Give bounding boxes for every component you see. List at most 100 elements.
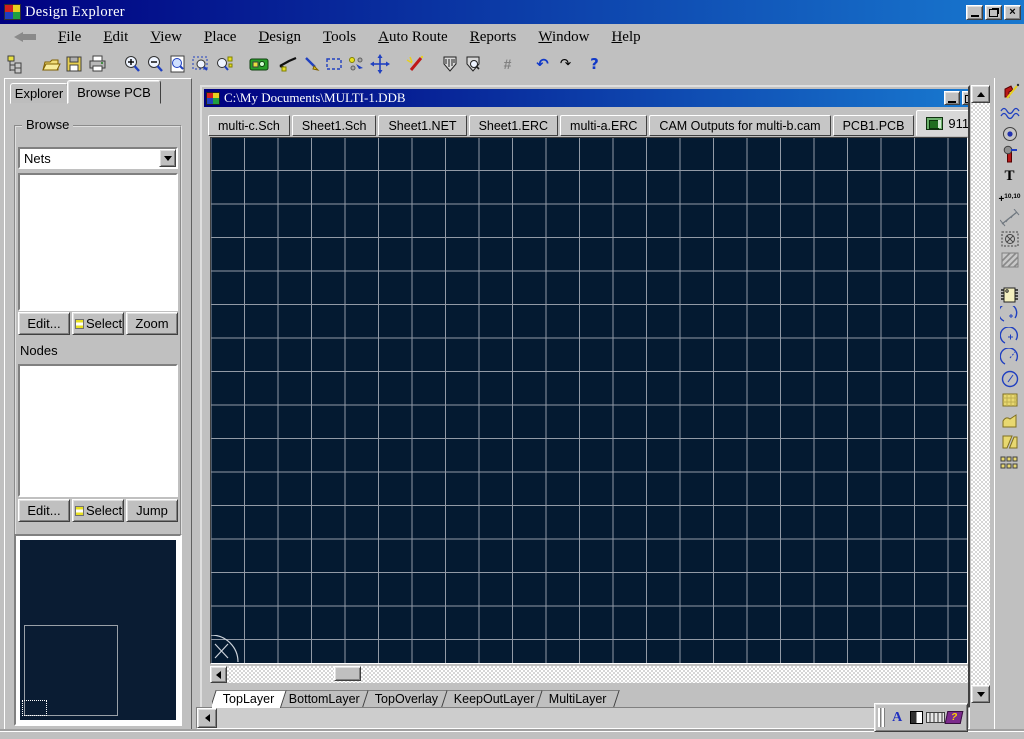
place-arc-center-icon[interactable] [997,327,1023,347]
interactive-routing-icon[interactable] [997,82,1023,102]
place-pad-icon[interactable] [997,124,1023,144]
menu-reports[interactable]: Reports [462,27,525,48]
undo-icon[interactable]: ↶ [531,53,554,76]
place-room-icon[interactable] [997,250,1023,270]
zoom-selection-icon[interactable] [212,53,235,76]
nodes-select-button[interactable]: Select [72,499,124,522]
browse-database-icon[interactable] [247,53,270,76]
help-book-icon[interactable]: ? [945,707,964,728]
doc-tab-911-pcb[interactable]: 911.PCB [916,110,970,136]
zoom-area-icon[interactable] [189,53,212,76]
zoom-in-icon[interactable] [120,53,143,76]
canvas-horizontal-scrollbar[interactable] [210,666,968,683]
save-icon[interactable] [62,53,85,76]
system-menu-arrow-icon[interactable] [14,31,40,43]
open-document-icon[interactable] [39,53,62,76]
place-array-icon[interactable] [997,453,1023,473]
menu-window[interactable]: Window [530,27,597,48]
place-arc-angle-icon[interactable] [997,348,1023,368]
menu-file[interactable]: File [50,27,89,48]
place-dimension-icon[interactable] [997,208,1023,228]
browse-panel: Explorer Browse PCB Browse Nets Edit... … [4,78,192,731]
print-icon[interactable] [85,53,108,76]
restore-button[interactable] [985,5,1002,20]
toggle-explorer-icon[interactable] [4,53,27,76]
doc-tab-pcb1-pcb[interactable]: PCB1.PCB [833,115,915,136]
browse-group-label: Browse [22,117,73,132]
scroll-up-button[interactable] [971,85,990,103]
move-item-icon[interactable] [368,53,391,76]
viewport-indicator[interactable] [22,700,47,716]
workspace-vertical-scrollbar[interactable] [971,85,990,703]
nodes-jump-button[interactable]: Jump [126,499,178,522]
board-preview[interactable] [14,534,182,726]
doc-minimize-button[interactable] [944,91,960,105]
select-area-icon[interactable] [322,53,345,76]
toolbar-grip[interactable] [878,708,885,727]
tab-browse-pcb[interactable]: Browse PCB [67,80,161,104]
wizard-icon[interactable] [403,53,426,76]
place-polygon-icon[interactable] [997,411,1023,431]
scroll-left-button[interactable] [210,666,227,683]
place-component-icon[interactable] [997,285,1023,305]
menu-place[interactable]: Place [196,27,244,48]
toggle-grid-icon[interactable]: # [496,53,519,76]
doc-tab-multi-c-sch[interactable]: multi-c.Sch [208,115,290,136]
doc-tab-sheet1-erc[interactable]: Sheet1.ERC [469,115,558,136]
combo-dropdown-button[interactable] [159,149,176,167]
doc-tab-sheet1-sch[interactable]: Sheet1.Sch [292,115,377,136]
polygon-tool-icon[interactable] [438,53,461,76]
zoom-out-icon[interactable] [143,53,166,76]
status-bar [0,731,1024,739]
nets-zoom-button[interactable]: Zoom [126,312,178,335]
place-arc-edge-icon[interactable] [997,306,1023,326]
tab-explorer[interactable]: Explorer [10,83,68,104]
menu-edit[interactable]: Edit [95,27,136,48]
browse-mode-select[interactable]: Nets [18,147,178,169]
close-button[interactable]: × [1004,5,1021,20]
doc-tab-multi-a-erc[interactable]: multi-a.ERC [560,115,647,136]
place-fill-icon[interactable] [997,390,1023,410]
cross-probe-icon[interactable] [276,53,299,76]
doc-restore-button[interactable] [962,91,968,105]
polygon-browse-icon[interactable] [461,53,484,76]
keyboard-icon[interactable] [926,707,945,728]
highlight-net-icon[interactable] [299,53,322,76]
redo-icon[interactable]: ↷ [554,53,577,76]
browse-mode-value: Nets [20,149,159,167]
scroll-left-button[interactable] [197,708,217,728]
nets-select-button[interactable]: Select [72,312,124,335]
place-track-icon[interactable] [997,103,1023,123]
set-origin-icon[interactable] [997,229,1023,249]
nets-edit-button[interactable]: Edit... [18,312,70,335]
zoom-all-icon[interactable] [166,53,189,76]
move-selection-icon[interactable] [345,53,368,76]
place-coordinate-icon[interactable]: +10,10 [997,187,1023,207]
scrollbar-thumb[interactable] [334,666,361,681]
minimize-button[interactable] [966,5,983,20]
workspace-horizontal-scrollbar[interactable] [196,707,970,729]
layer-tab-toplayer[interactable]: TopLayer [212,690,287,710]
layer-colors-icon[interactable] [907,707,926,728]
document-title-bar[interactable]: C:\My Documents\MULTI-1.DDB [204,89,968,107]
menu-view[interactable]: View [142,27,190,48]
document-title: C:\My Documents\MULTI-1.DDB [224,90,406,106]
nets-list[interactable] [18,173,178,311]
place-via-icon[interactable] [997,145,1023,165]
doc-tab-cam-outputs[interactable]: CAM Outputs for multi-b.cam [649,115,830,136]
scroll-down-button[interactable] [971,685,990,703]
pcb-canvas[interactable] [210,137,968,664]
doc-tab-sheet1-net[interactable]: Sheet1.NET [378,115,466,136]
place-circle-icon[interactable] [997,369,1023,389]
window-title: Design Explorer [25,4,125,21]
place-split-plane-icon[interactable] [997,432,1023,452]
menu-auto-route[interactable]: Auto Route [370,27,456,48]
annotation-letter-icon[interactable]: A [888,707,907,728]
menu-design[interactable]: Design [250,27,309,48]
place-string-icon[interactable]: T [997,166,1023,186]
nodes-edit-button[interactable]: Edit... [18,499,70,522]
nodes-list[interactable] [18,364,178,497]
menu-tools[interactable]: Tools [315,27,364,48]
menu-help[interactable]: Help [603,27,648,48]
help-icon[interactable]: ? [583,53,606,76]
